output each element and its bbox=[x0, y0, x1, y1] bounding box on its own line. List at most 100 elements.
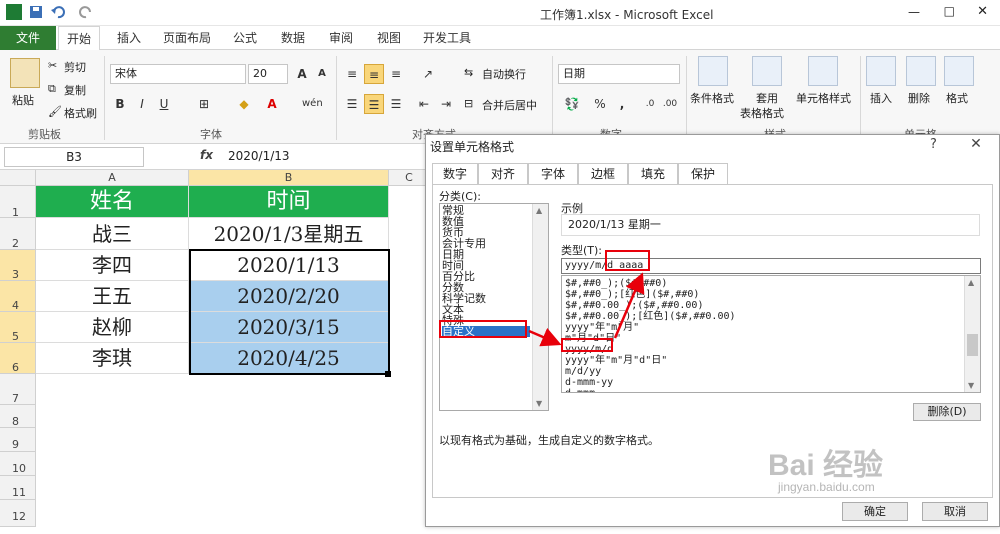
tab-fill[interactable]: 填充 bbox=[628, 163, 678, 185]
align-middle-icon[interactable]: ≡ bbox=[364, 64, 384, 84]
format-painter-icon[interactable]: 🖌 bbox=[48, 105, 62, 118]
close-window-icon[interactable]: ✕ bbox=[977, 4, 988, 19]
font-size-select[interactable]: 20 bbox=[248, 64, 288, 84]
ok-button[interactable]: 确定 bbox=[842, 502, 908, 521]
wrap-text-button[interactable]: 自动换行 bbox=[482, 66, 526, 82]
redo-icon[interactable] bbox=[78, 4, 94, 20]
cell-styles-button[interactable]: 单元格样式 bbox=[796, 90, 851, 106]
name-cell[interactable]: 李琪 bbox=[36, 343, 189, 374]
column-header-c[interactable]: C bbox=[389, 170, 430, 186]
header-cell-time[interactable]: 时间 bbox=[189, 186, 389, 218]
row-header[interactable]: 12 bbox=[0, 500, 36, 527]
fill-color-icon[interactable]: ◆ bbox=[234, 94, 254, 114]
align-center-icon[interactable]: ☰ bbox=[364, 94, 384, 114]
align-bottom-icon[interactable]: ≡ bbox=[386, 64, 406, 84]
phonetic-icon[interactable]: wén bbox=[302, 94, 323, 114]
name-cell[interactable]: 战三 bbox=[36, 218, 189, 250]
accounting-format-icon[interactable]: 💱 bbox=[562, 94, 582, 114]
format-painter-button[interactable]: 格式刷 bbox=[64, 105, 97, 121]
name-cell[interactable]: 王五 bbox=[36, 281, 189, 312]
row-header[interactable]: 9 bbox=[0, 428, 36, 452]
row-header[interactable]: 3 bbox=[0, 250, 36, 281]
insert-cells-icon[interactable] bbox=[866, 56, 896, 86]
insert-cells-button[interactable]: 插入 bbox=[870, 90, 892, 106]
tab-font[interactable]: 字体 bbox=[528, 163, 578, 185]
tab-home[interactable]: 开始 bbox=[58, 26, 100, 51]
fill-handle[interactable] bbox=[385, 371, 391, 377]
conditional-format-button[interactable]: 条件格式 bbox=[690, 90, 734, 106]
italic-icon[interactable]: I bbox=[132, 94, 152, 114]
row-header[interactable]: 7 bbox=[0, 374, 36, 405]
row-header[interactable]: 2 bbox=[0, 218, 36, 250]
name-box[interactable]: B3 bbox=[4, 147, 144, 167]
paste-button[interactable]: 粘贴 bbox=[12, 92, 34, 108]
align-left-icon[interactable]: ☰ bbox=[342, 94, 362, 114]
decrease-indent-icon[interactable]: ⇤ bbox=[414, 94, 434, 114]
help-icon[interactable]: ? bbox=[930, 137, 937, 152]
delete-cells-button[interactable]: 删除 bbox=[908, 90, 930, 106]
tab-insert[interactable]: 插入 bbox=[112, 26, 146, 50]
header-cell-name[interactable]: 姓名 bbox=[36, 186, 189, 218]
fx-icon[interactable]: fx bbox=[200, 148, 213, 162]
tab-view[interactable]: 视图 bbox=[372, 26, 406, 50]
minimize-icon[interactable]: — bbox=[908, 5, 920, 19]
underline-icon[interactable]: U bbox=[154, 94, 174, 114]
tab-protection[interactable]: 保护 bbox=[678, 163, 728, 185]
format-cells-icon[interactable] bbox=[944, 56, 974, 86]
cut-button[interactable]: 剪切 bbox=[64, 59, 86, 75]
row-header[interactable]: 1 bbox=[0, 186, 36, 219]
tab-review[interactable]: 审阅 bbox=[324, 26, 358, 50]
column-header-a[interactable]: A bbox=[36, 170, 189, 186]
tab-number[interactable]: 数字 bbox=[432, 163, 478, 186]
undo-icon[interactable] bbox=[50, 4, 66, 20]
percent-icon[interactable]: % bbox=[590, 94, 610, 114]
tab-file[interactable]: 文件 bbox=[0, 26, 56, 50]
bold-icon[interactable]: B bbox=[110, 94, 130, 114]
number-format-select[interactable]: 日期 bbox=[558, 64, 680, 84]
copy-button[interactable]: 复制 bbox=[64, 82, 86, 98]
border-icon[interactable]: ⊞ bbox=[194, 94, 214, 114]
align-right-icon[interactable]: ☰ bbox=[386, 94, 406, 114]
font-name-select[interactable]: 宋体 bbox=[110, 64, 246, 84]
shrink-font-icon[interactable]: A bbox=[312, 64, 332, 84]
tab-developer[interactable]: 开发工具 bbox=[418, 26, 476, 50]
row-header[interactable]: 11 bbox=[0, 476, 36, 500]
tab-page-layout[interactable]: 页面布局 bbox=[160, 26, 214, 50]
format-as-table-icon[interactable] bbox=[752, 56, 782, 86]
delete-cells-icon[interactable] bbox=[906, 56, 936, 86]
close-icon[interactable]: ✕ bbox=[964, 136, 988, 156]
column-header-b[interactable]: B bbox=[189, 170, 389, 186]
name-cell[interactable]: 李四 bbox=[36, 250, 189, 281]
comma-style-icon[interactable]: , bbox=[612, 94, 632, 114]
font-color-icon[interactable]: A bbox=[262, 94, 282, 114]
align-top-icon[interactable]: ≡ bbox=[342, 64, 362, 84]
tab-formulas[interactable]: 公式 bbox=[228, 26, 262, 50]
tab-data[interactable]: 数据 bbox=[276, 26, 310, 50]
row-header[interactable]: 8 bbox=[0, 405, 36, 428]
merge-center-icon[interactable]: ⊟ bbox=[464, 97, 473, 110]
formula-input[interactable]: 2020/1/13 bbox=[228, 149, 290, 163]
format-as-table-label-2[interactable]: 表格格式 bbox=[740, 105, 784, 121]
tab-border[interactable]: 边框 bbox=[578, 163, 628, 185]
cut-icon[interactable]: ✂ bbox=[48, 59, 57, 72]
tab-alignment[interactable]: 对齐 bbox=[478, 163, 528, 185]
row-header[interactable]: 4 bbox=[0, 281, 36, 312]
merge-center-button[interactable]: 合并后居中 bbox=[482, 97, 537, 113]
format-cells-button[interactable]: 格式 bbox=[946, 90, 968, 106]
cell-styles-icon[interactable] bbox=[808, 56, 838, 86]
cancel-button[interactable]: 取消 bbox=[922, 502, 988, 521]
row-header[interactable]: 5 bbox=[0, 312, 36, 343]
row-header[interactable]: 6 bbox=[0, 343, 36, 374]
increase-decimal-icon[interactable]: .0 bbox=[640, 94, 660, 114]
conditional-format-icon[interactable] bbox=[698, 56, 728, 86]
row-header[interactable]: 10 bbox=[0, 452, 36, 476]
time-cell[interactable]: 2020/1/3星期五 bbox=[189, 218, 389, 250]
grow-font-icon[interactable]: A bbox=[292, 64, 312, 84]
format-as-table-label-1[interactable]: 套用 bbox=[756, 90, 778, 106]
orientation-icon[interactable]: ↗ bbox=[418, 64, 438, 84]
save-icon[interactable] bbox=[28, 4, 44, 20]
name-cell[interactable]: 赵柳 bbox=[36, 312, 189, 343]
paste-icon[interactable] bbox=[10, 58, 40, 88]
copy-icon[interactable]: ⧉ bbox=[48, 82, 56, 96]
select-all-corner[interactable] bbox=[0, 170, 36, 186]
